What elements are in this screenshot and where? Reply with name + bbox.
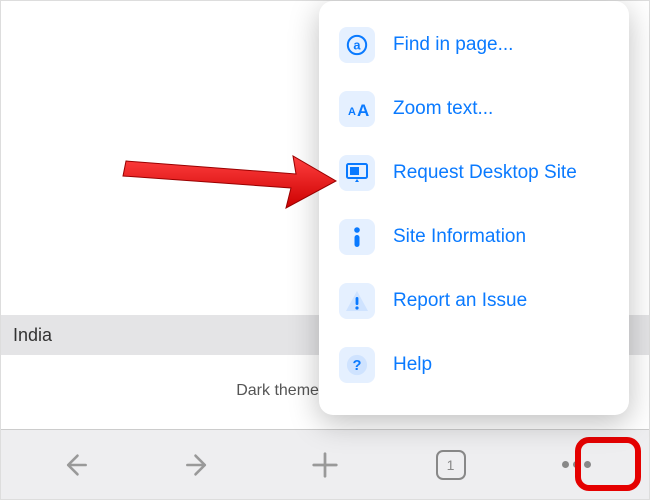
desktop-icon xyxy=(339,155,375,191)
warning-icon xyxy=(339,283,375,319)
menu-label: Help xyxy=(393,354,432,376)
location-label: India xyxy=(13,325,52,346)
new-tab-button[interactable] xyxy=(305,445,345,485)
menu-item-help[interactable]: ? Help xyxy=(319,333,629,397)
info-icon xyxy=(339,219,375,255)
more-button[interactable] xyxy=(556,445,596,485)
menu-label: Find in page... xyxy=(393,34,513,56)
bottom-toolbar: 1 xyxy=(1,429,649,499)
zoom-text-icon: AA xyxy=(339,91,375,127)
arrow-right-icon xyxy=(185,451,213,479)
plus-icon xyxy=(310,450,340,480)
menu-item-site-info[interactable]: Site Information xyxy=(319,205,629,269)
menu-item-report-issue[interactable]: Report an Issue xyxy=(319,269,629,333)
overflow-menu: a Find in page... AA Zoom text... Reques… xyxy=(319,1,629,415)
back-button[interactable] xyxy=(54,445,94,485)
arrow-left-icon xyxy=(60,451,88,479)
svg-text:a: a xyxy=(353,38,361,53)
menu-label: Request Desktop Site xyxy=(393,162,577,184)
menu-item-find-in-page[interactable]: a Find in page... xyxy=(319,13,629,77)
svg-text:?: ? xyxy=(353,358,362,374)
svg-text:A: A xyxy=(357,101,369,119)
menu-item-zoom-text[interactable]: AA Zoom text... xyxy=(319,77,629,141)
menu-label: Site Information xyxy=(393,226,526,248)
menu-item-request-desktop[interactable]: Request Desktop Site xyxy=(319,141,629,205)
more-icon xyxy=(562,461,591,468)
find-icon: a xyxy=(339,27,375,63)
menu-label: Report an Issue xyxy=(393,290,527,312)
menu-label: Zoom text... xyxy=(393,98,493,120)
help-icon: ? xyxy=(339,347,375,383)
tabs-icon: 1 xyxy=(436,450,466,480)
forward-button[interactable] xyxy=(179,445,219,485)
tab-count: 1 xyxy=(447,457,455,473)
svg-text:A: A xyxy=(348,106,356,118)
tabs-button[interactable]: 1 xyxy=(431,445,471,485)
